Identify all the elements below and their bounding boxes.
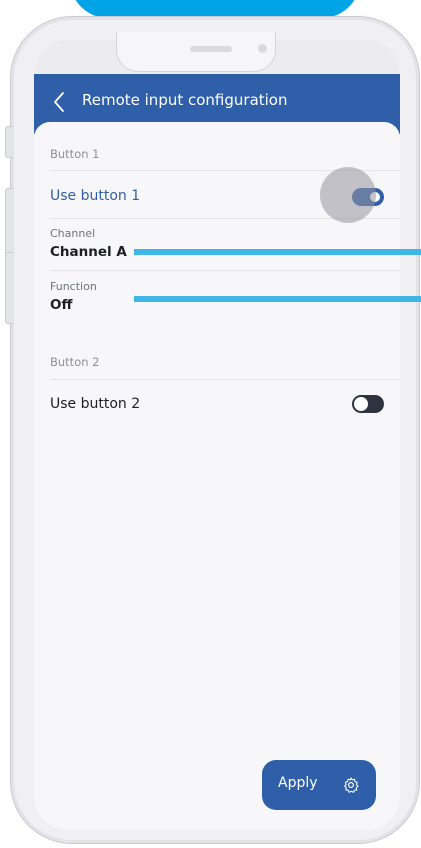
use-button-2-label: Use button 2 (50, 396, 141, 412)
channel-callout-line (134, 249, 421, 255)
front-camera (258, 44, 267, 53)
touch-indicator (320, 167, 376, 223)
use-button-2-toggle[interactable] (352, 395, 384, 413)
apply-label: Apply (278, 775, 318, 791)
toggle-knob (354, 397, 368, 411)
channel-caption: Channel (50, 227, 96, 240)
side-volume-down (5, 252, 13, 324)
use-button-1-label: Use button 1 (50, 188, 141, 204)
function-callout-line (134, 296, 421, 302)
side-silent-switch (5, 126, 13, 158)
channel-value: Channel A (50, 244, 127, 260)
settings-panel: Button 1 Use button 1 Channel Channel A … (34, 122, 400, 830)
apply-button[interactable]: Apply (262, 760, 376, 810)
chevron-left-icon[interactable] (52, 91, 66, 113)
speaker-grille (190, 46, 232, 52)
page-title: Remote input configuration (82, 91, 288, 109)
function-value: Off (50, 297, 73, 313)
side-volume-up (5, 188, 13, 258)
section-label-button-1: Button 1 (50, 147, 100, 161)
phone-notch (116, 32, 276, 72)
function-caption: Function (50, 280, 97, 293)
phone-mockup: Remote input configuration Button 1 Use … (0, 0, 421, 848)
section-label-button-2: Button 2 (50, 355, 100, 369)
gear-icon (343, 777, 359, 793)
